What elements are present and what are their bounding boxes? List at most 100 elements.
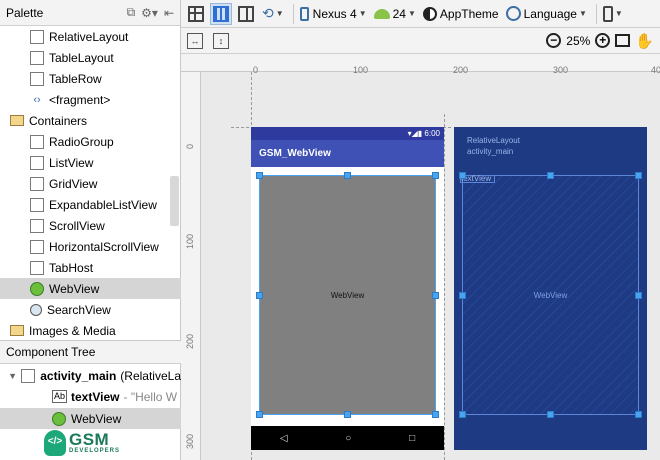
palette-item-fragment[interactable]: ‹› <fragment> bbox=[0, 89, 181, 110]
palette-item-gridview[interactable]: GridView bbox=[0, 173, 181, 194]
api-dropdown[interactable]: 24 ▼ bbox=[372, 3, 418, 25]
resize-handle[interactable] bbox=[635, 172, 642, 179]
component-tree-title: Component Tree bbox=[6, 345, 96, 359]
theme-button[interactable]: AppTheme bbox=[421, 3, 501, 25]
expand-horizontal-icon[interactable]: ↔ bbox=[187, 32, 203, 49]
gear-icon[interactable]: ⚙▾ bbox=[141, 6, 158, 20]
resize-handle[interactable] bbox=[547, 411, 554, 418]
tree-row-webview[interactable]: WebView bbox=[0, 408, 181, 429]
folder-icon bbox=[10, 325, 24, 336]
table-layout-icon bbox=[30, 50, 44, 65]
scroll-view-icon bbox=[30, 218, 44, 233]
app-title: GSM_WebView bbox=[259, 148, 331, 159]
resize-handle[interactable] bbox=[547, 172, 554, 179]
blueprint-view-button[interactable] bbox=[210, 2, 232, 25]
guide-line bbox=[444, 114, 445, 460]
layout-toolbar: ⟲ ▼ Nexus 4 ▼ 24 ▼ AppTheme Language ▼ ▼ bbox=[181, 0, 660, 28]
tree-row-textview[interactable]: Ab textView - "Hello W bbox=[0, 386, 181, 407]
palette-item-radiogroup[interactable]: RadioGroup bbox=[0, 131, 181, 152]
resize-handle[interactable] bbox=[256, 411, 263, 418]
resize-handle[interactable] bbox=[459, 292, 466, 299]
resize-handle[interactable] bbox=[344, 411, 351, 418]
ruler-top-label: 100 bbox=[353, 65, 369, 75]
recents-icon: □ bbox=[409, 432, 416, 444]
blueprint-layout-label: RelativeLayout bbox=[467, 136, 520, 145]
blueprint-webview[interactable]: WebView bbox=[462, 175, 639, 415]
ruler-top-label: 0 bbox=[253, 65, 259, 75]
android-icon bbox=[373, 8, 390, 19]
palette-item-horizontalscrollview[interactable]: HorizontalScrollView bbox=[0, 236, 181, 257]
expand-triangle-icon[interactable]: ▼ bbox=[8, 371, 17, 381]
resize-handle[interactable] bbox=[256, 292, 263, 299]
ruler-left-label: 200 bbox=[185, 333, 195, 349]
resize-handle[interactable] bbox=[344, 172, 351, 179]
logo-brand: GSM bbox=[69, 430, 110, 449]
device-frame-icon bbox=[602, 5, 613, 22]
relative-layout-icon bbox=[30, 29, 44, 44]
ruler-left: 0 100 200 300 bbox=[181, 72, 201, 460]
zoom-in-icon[interactable]: + bbox=[595, 33, 611, 48]
design-preview[interactable]: ▾◢▮ 6:00 GSM_WebView WebView ◁ ○ □ bbox=[251, 127, 444, 450]
language-dropdown[interactable]: Language ▼ bbox=[504, 3, 589, 25]
resize-handle[interactable] bbox=[635, 292, 642, 299]
list-view-icon bbox=[30, 155, 44, 170]
status-time: 6:00 bbox=[424, 129, 440, 138]
palette-category-images-media[interactable]: Images & Media bbox=[0, 320, 181, 340]
pan-hand-icon[interactable]: ✋ bbox=[635, 32, 654, 50]
webview-preview[interactable]: WebView bbox=[259, 175, 436, 415]
ruler-top-label: 300 bbox=[553, 65, 569, 75]
expand-vertical-icon[interactable]: ↕ bbox=[213, 32, 229, 49]
tree-webview-name: WebView bbox=[71, 411, 122, 426]
resize-handle[interactable] bbox=[459, 172, 466, 179]
hide-panel-icon[interactable]: ⇤ bbox=[164, 6, 174, 20]
blueprint-webview-label: WebView bbox=[533, 290, 568, 300]
resize-handle[interactable] bbox=[432, 172, 439, 179]
palette-item-tablelayout[interactable]: TableLayout bbox=[0, 47, 181, 68]
resize-handle[interactable] bbox=[432, 411, 439, 418]
palette-item-listview[interactable]: ListView bbox=[0, 152, 181, 173]
tree-root-name: activity_main bbox=[40, 368, 117, 383]
search-view-icon bbox=[30, 303, 42, 316]
palette-item-searchview[interactable]: SearchView bbox=[0, 299, 181, 320]
both-view-button[interactable] bbox=[235, 3, 257, 25]
api-label: 24 bbox=[392, 6, 406, 21]
textview-badge-icon: Ab bbox=[52, 390, 68, 403]
split-view-icon bbox=[238, 5, 254, 22]
device-frame-button[interactable]: ▼ bbox=[601, 3, 625, 25]
resize-handle[interactable] bbox=[635, 411, 642, 418]
navigation-bar: ◁ ○ □ bbox=[251, 426, 444, 450]
palette-item-expandablelistview[interactable]: ExpandableListView bbox=[0, 194, 181, 215]
fragment-icon: ‹› bbox=[30, 92, 44, 107]
horizontal-scroll-view-icon bbox=[30, 239, 44, 254]
ruler-top-label: 40 bbox=[651, 65, 660, 75]
orientation-button[interactable]: ⟲ ▼ bbox=[260, 3, 286, 25]
webview-globe-icon bbox=[52, 411, 66, 426]
design-view-button[interactable] bbox=[185, 3, 207, 25]
radio-group-icon bbox=[30, 134, 44, 149]
zoom-out-icon[interactable]: − bbox=[546, 33, 562, 48]
blueprint-activity-label: activity_main bbox=[467, 147, 514, 156]
zoom-fit-icon[interactable] bbox=[615, 34, 631, 47]
palette-item-scrollview[interactable]: ScrollView bbox=[0, 215, 181, 236]
folder-icon bbox=[10, 115, 24, 126]
palette-item-webview[interactable]: WebView bbox=[0, 278, 181, 299]
palette-item-relativelayout[interactable]: RelativeLayout bbox=[0, 26, 181, 47]
palette-header: Palette ⧉ ⚙▾ ⇤ bbox=[0, 0, 180, 26]
palette-category-containers[interactable]: Containers bbox=[0, 110, 181, 131]
relative-layout-icon bbox=[21, 368, 36, 383]
collapse-icon[interactable]: ⧉ bbox=[127, 5, 136, 20]
palette-item-tablerow[interactable]: TableRow bbox=[0, 68, 181, 89]
blueprint-preview[interactable]: RelativeLayout activity_main WebView tex… bbox=[454, 127, 647, 450]
webview-globe-icon bbox=[30, 281, 44, 296]
resize-handle[interactable] bbox=[256, 172, 263, 179]
theme-icon bbox=[422, 6, 437, 21]
design-view-icon bbox=[188, 5, 204, 22]
palette-scrollbar[interactable] bbox=[170, 176, 179, 226]
palette-item-tabhost[interactable]: TabHost bbox=[0, 257, 181, 278]
resize-handle[interactable] bbox=[459, 411, 466, 418]
tree-row-activity-main[interactable]: ▼ activity_main (RelativeLa bbox=[0, 365, 181, 386]
webview-label: WebView bbox=[330, 290, 365, 300]
layout-canvas[interactable]: 0 100 200 300 40 0 100 200 300 ▾◢▮ 6:00 … bbox=[181, 54, 660, 460]
device-dropdown[interactable]: Nexus 4 ▼ bbox=[298, 3, 369, 25]
resize-handle[interactable] bbox=[432, 292, 439, 299]
